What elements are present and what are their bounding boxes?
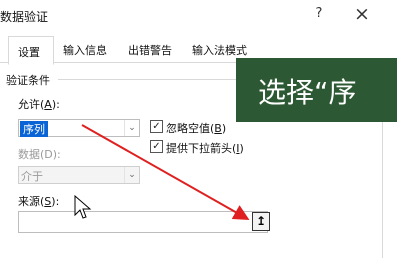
ignore-blank-checkbox[interactable]: ✓ xyxy=(150,120,163,133)
tab-settings-label: 设置 xyxy=(18,46,40,59)
source-label: 来源(S): xyxy=(18,195,60,208)
allow-select-value: 序列 xyxy=(20,121,48,137)
data-label: 数据(D): xyxy=(18,148,61,161)
dialog-title: 数据验证 xyxy=(0,10,49,24)
tab-input-message[interactable]: 输入信息 xyxy=(63,42,107,58)
dropdown-arrow-checkbox[interactable]: ✓ xyxy=(150,140,163,153)
collapse-dialog-button[interactable]: ↥ xyxy=(252,212,270,231)
help-button[interactable]: ? xyxy=(310,6,328,21)
chevron-down-icon: ⌄ xyxy=(124,167,139,183)
source-input[interactable] xyxy=(18,211,268,233)
title-bar: 数据验证 ? × xyxy=(0,0,397,32)
dropdown-arrow-label: 提供下拉箭头(I) xyxy=(166,142,244,155)
collapse-dialog-icon: ↥ xyxy=(255,214,267,228)
tab-settings[interactable]: 设置 xyxy=(8,36,54,65)
tutorial-banner: 选择“序 xyxy=(236,58,397,122)
ignore-blank-label: 忽略空值(B) xyxy=(166,122,227,135)
validation-criteria-label: 验证条件 xyxy=(6,74,50,87)
allow-label: 允许(A): xyxy=(18,98,60,111)
tutorial-banner-text: 选择“序 xyxy=(258,76,357,109)
data-select-value: 介于 xyxy=(21,170,43,183)
allow-select[interactable]: 序列 ⌄ xyxy=(18,119,140,137)
tab-error-alert[interactable]: 出错警告 xyxy=(128,42,172,58)
data-select: 介于 ⌄ xyxy=(18,166,140,184)
close-button[interactable]: × xyxy=(350,3,374,25)
tab-ime-mode[interactable]: 输入法模式 xyxy=(192,42,247,58)
mouse-pointer-icon xyxy=(74,195,92,219)
data-validation-dialog: 数据验证 ? × 设置 输入信息 出错警告 输入法模式 验证条件 允许(A): … xyxy=(0,0,397,258)
chevron-down-icon: ⌄ xyxy=(124,120,139,136)
